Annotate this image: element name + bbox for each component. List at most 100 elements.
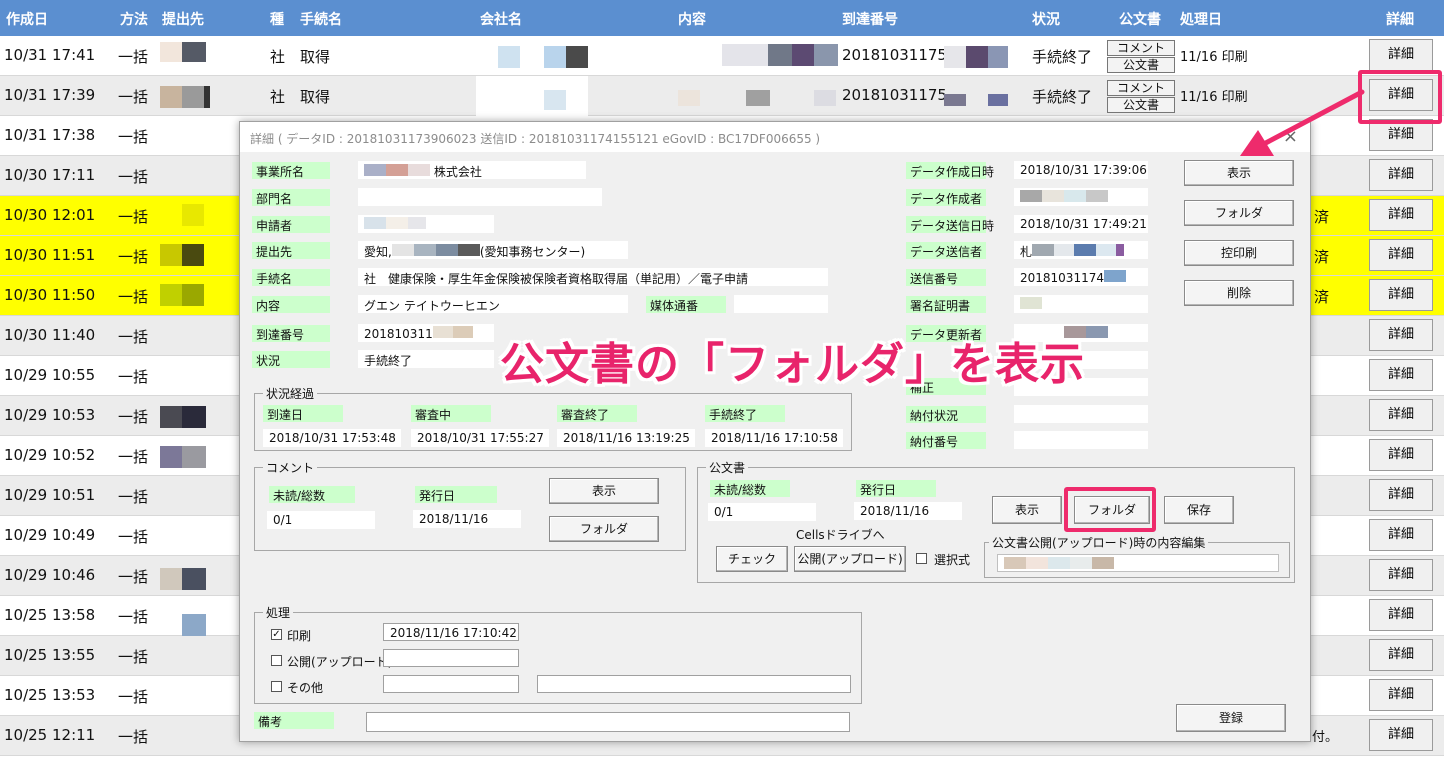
sender-field[interactable]: 札 [1014, 241, 1148, 259]
applicant-field[interactable] [358, 215, 494, 233]
dest-field[interactable]: 愛知, (愛知事務センター) [358, 241, 628, 259]
official-doc-button[interactable]: 公文書 [1107, 97, 1175, 113]
redacted-block [814, 44, 838, 66]
col-status[interactable]: 状況 [1032, 9, 1060, 29]
progress-value[interactable]: 2018/10/31 17:53:48 [263, 429, 401, 447]
payment-status-field[interactable] [1014, 405, 1148, 423]
official-doc-button[interactable]: 公文書 [1107, 57, 1175, 73]
redacted-block [1004, 557, 1026, 569]
detail-button[interactable]: 詳細 [1369, 679, 1433, 711]
folder-button[interactable]: フォルダ [1184, 200, 1294, 226]
comment-folder-button[interactable]: フォルダ [549, 516, 659, 542]
media-no-field[interactable] [734, 295, 828, 313]
comment-issued-value[interactable]: 2018/11/16 [413, 510, 521, 528]
other-date-field[interactable] [383, 675, 519, 693]
comment-show-button[interactable]: 表示 [549, 478, 659, 504]
detail-button[interactable]: 詳細 [1369, 199, 1433, 231]
detail-button[interactable]: 詳細 [1369, 239, 1433, 271]
procedure-field[interactable]: 社 健康保険・厚生年金保険被保険者資格取得届（単記用）／電子申請 [358, 268, 828, 286]
col-doc[interactable]: 公文書 [1119, 9, 1161, 29]
detail-button[interactable]: 詳細 [1369, 279, 1433, 311]
col-processed[interactable]: 処理日 [1180, 9, 1222, 29]
publish-edit-field[interactable] [997, 554, 1279, 572]
arrival-no-label: 到達番号 [252, 325, 330, 342]
progress-label: 審査終了 [557, 405, 637, 422]
created-datetime-field[interactable]: 2018/10/31 17:39:06 [1014, 161, 1148, 179]
col-procedure[interactable]: 手続名 [300, 9, 342, 29]
payment-no-field[interactable] [1014, 431, 1148, 449]
print-date-field[interactable]: 2018/11/16 17:10:42 [383, 623, 519, 641]
certificate-label: 署名証明書 [906, 296, 986, 313]
comment-unread-value[interactable]: 0/1 [267, 511, 375, 529]
send-no-field[interactable]: 20181031174 [1014, 268, 1148, 286]
row-method: 一括 [118, 728, 149, 746]
comment-button[interactable]: コメント [1107, 40, 1175, 56]
redacted-block [391, 244, 414, 256]
official-save-button[interactable]: 保存 [1164, 496, 1234, 524]
delete-button[interactable]: 削除 [1184, 280, 1294, 306]
redacted-block [1116, 244, 1125, 256]
detail-button[interactable]: 詳細 [1369, 159, 1433, 191]
remarks-field[interactable] [366, 712, 850, 732]
detail-button[interactable]: 詳細 [1369, 319, 1433, 351]
detail-button[interactable]: 詳細 [1369, 399, 1433, 431]
detail-button[interactable]: 詳細 [1369, 359, 1433, 391]
redacted-block [566, 46, 588, 68]
redacted-block [386, 217, 408, 229]
col-type[interactable]: 種 [270, 9, 284, 29]
progress-value[interactable]: 2018/10/31 17:55:27 [411, 429, 549, 447]
comment-button[interactable]: コメント [1107, 80, 1175, 96]
progress-group-title: 状況経過 [263, 385, 318, 402]
redacted-block [476, 76, 588, 116]
register-button[interactable]: 登録 [1176, 704, 1286, 732]
row-method: 一括 [118, 528, 149, 546]
print-checkbox[interactable]: ✓ [271, 629, 282, 640]
arrival-no-field[interactable]: 201810311 [358, 324, 494, 342]
status-field[interactable]: 手続終了 [358, 350, 494, 368]
row-status-tail: 済 [1314, 208, 1330, 226]
detail-button[interactable]: 詳細 [1369, 39, 1433, 71]
certificate-field[interactable] [1014, 295, 1148, 313]
office-field[interactable]: 株式会社 [358, 161, 586, 179]
col-method[interactable]: 方法 [120, 9, 148, 29]
callout-text: 公文書の「フォルダ」を表示 [500, 339, 1085, 390]
sent-datetime-field[interactable]: 2018/10/31 17:49:21 [1014, 215, 1148, 233]
col-arrival[interactable]: 到達番号 [842, 9, 898, 29]
detail-button[interactable]: 詳細 [1369, 639, 1433, 671]
other-note-field[interactable] [537, 675, 851, 693]
row-method: 一括 [118, 368, 149, 386]
official-unread-value[interactable]: 0/1 [708, 503, 816, 521]
table-header: 作成日 方法 提出先 種 手続名 会社名 内容 到達番号 状況 公文書 処理日 … [0, 0, 1444, 36]
progress-value[interactable]: 2018/11/16 17:10:58 [705, 429, 843, 447]
check-button[interactable]: チェック [716, 546, 788, 572]
detail-button[interactable]: 詳細 [1369, 719, 1433, 751]
other-checkbox[interactable] [271, 681, 282, 692]
publish-upload-button[interactable]: 公開(アップロード) [794, 546, 906, 572]
detail-button[interactable]: 詳細 [1369, 559, 1433, 591]
row-date: 10/31 17:38 [4, 126, 96, 144]
official-show-button[interactable]: 表示 [992, 496, 1062, 524]
dept-field[interactable] [358, 188, 602, 206]
content-field[interactable]: グエン テイトウーヒエン [358, 295, 628, 313]
progress-value[interactable]: 2018/11/16 13:19:25 [557, 429, 695, 447]
col-dest[interactable]: 提出先 [162, 9, 204, 29]
redacted-block [408, 217, 426, 229]
official-issued-value[interactable]: 2018/11/16 [854, 502, 962, 520]
detail-button[interactable]: 詳細 [1369, 479, 1433, 511]
row-method: 一括 [118, 248, 149, 266]
comment-issued-label: 発行日 [415, 486, 497, 503]
publish-date-field[interactable] [383, 649, 519, 667]
copy-print-button[interactable]: 控印刷 [1184, 240, 1294, 266]
select-checkbox[interactable] [916, 553, 927, 564]
detail-button[interactable]: 詳細 [1369, 599, 1433, 631]
detail-button[interactable]: 詳細 [1369, 519, 1433, 551]
status-label: 状況 [252, 351, 330, 368]
publish-checkbox[interactable] [271, 655, 282, 666]
col-created[interactable]: 作成日 [6, 9, 48, 29]
col-company[interactable]: 会社名 [480, 9, 522, 29]
col-content[interactable]: 内容 [678, 9, 706, 29]
detail-button[interactable]: 詳細 [1369, 439, 1433, 471]
creator-field[interactable] [1014, 188, 1148, 206]
row-status-tail: 済 [1314, 248, 1330, 266]
sent-datetime-label: データ送信日時 [906, 216, 994, 233]
